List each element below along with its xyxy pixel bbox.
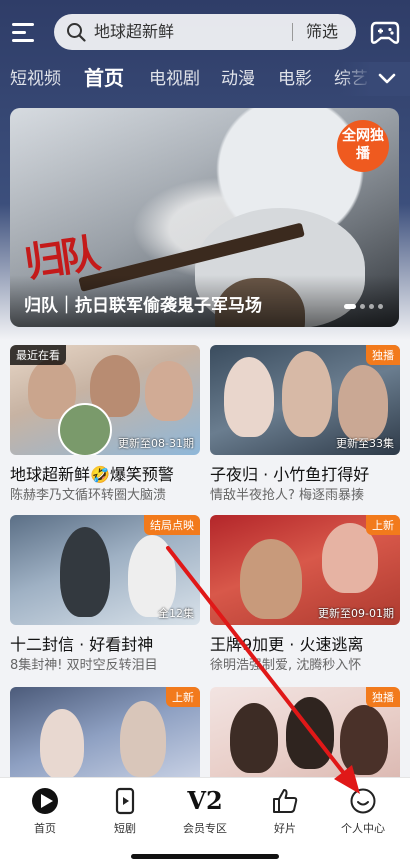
carousel-dot: [360, 304, 365, 309]
episode-label: 更新至09-01期: [318, 607, 394, 620]
smiley-icon: [350, 788, 376, 814]
tab-short-video[interactable]: 短视频: [10, 62, 61, 96]
tab-anime[interactable]: 动漫: [221, 62, 255, 96]
carousel-dot: [369, 304, 374, 309]
home-indicator: [131, 854, 279, 859]
video-subtitle: 情敌半夜抢人? 梅逐雨暴揍: [210, 488, 365, 503]
short-drama-icon: [115, 787, 135, 815]
menu-icon[interactable]: [12, 21, 36, 43]
nav-short-drama[interactable]: 短剧: [90, 786, 160, 836]
search-divider: [292, 23, 293, 41]
tab-tv-series[interactable]: 电视剧: [149, 62, 200, 96]
carousel-dot: [344, 304, 356, 309]
tabs-fade: [340, 62, 410, 96]
episode-label: 更新至33集: [336, 437, 394, 450]
search-input[interactable]: 地球超新鲜: [94, 14, 174, 50]
video-card[interactable]: 上新 更新至09-01期 王牌9加更 · 火速逃离 徐明浩强制爱, 沈腾秒入怀: [210, 515, 400, 675]
nav-label: 会员专区: [183, 822, 227, 835]
carousel-dot: [378, 304, 383, 309]
video-thumbnail: 上新 更新至09-01期: [210, 515, 400, 625]
filter-button[interactable]: 筛选: [306, 14, 338, 50]
video-thumbnail: 最近在看 更新至08-31期: [10, 345, 200, 455]
video-thumbnail: 结局点映 全12集: [10, 515, 200, 625]
category-tabs: 短视频 首页 电视剧 动漫 电影 综艺: [0, 62, 410, 96]
play-logo-icon: [32, 788, 58, 814]
episode-label: 更新至08-31期: [118, 437, 194, 450]
video-subtitle: 徐明浩强制爱, 沈腾秒入怀: [210, 658, 362, 673]
new-tag: 上新: [366, 515, 400, 535]
tab-movies[interactable]: 电影: [278, 62, 312, 96]
nav-label: 好片: [274, 822, 296, 835]
hero-banner[interactable]: 归队 全网独播 归队｜抗日联军偷袭鬼子军马场: [10, 108, 399, 327]
video-subtitle: 陈赫李乃文循环转圈大脑溃: [10, 488, 167, 503]
video-title: 子夜归 · 小竹鱼打得好: [210, 465, 370, 484]
nav-profile[interactable]: 个人中心: [328, 786, 398, 836]
finale-preview-tag: 结局点映: [144, 515, 200, 535]
v2-icon: V2: [187, 786, 223, 815]
episode-label: 全12集: [158, 607, 194, 620]
video-title: 王牌9加更 · 火速逃离: [210, 635, 364, 654]
new-tag: 上新: [166, 687, 200, 707]
thumbs-up-icon: [273, 789, 298, 813]
video-card[interactable]: 结局点映 全12集 十二封信 · 好看封神 8集封神! 双时空反转泪目: [10, 515, 200, 675]
nav-label: 短剧: [114, 822, 136, 835]
exclusive-tag: 独播: [366, 345, 400, 365]
nav-home[interactable]: 首页: [10, 786, 80, 836]
search-row: 地球超新鲜 筛选: [0, 12, 410, 52]
nav-good-films[interactable]: 好片: [250, 786, 320, 836]
exclusive-badge: 全网独播: [337, 120, 389, 172]
recently-watched-tag: 最近在看: [10, 345, 66, 365]
search-icon: [67, 23, 86, 42]
video-card[interactable]: 独播 更新至33集 子夜归 · 小竹鱼打得好 情敌半夜抢人? 梅逐雨暴揍: [210, 345, 400, 505]
video-thumbnail: 独播 更新至33集: [210, 345, 400, 455]
video-card[interactable]: 最近在看 更新至08-31期 地球超新鲜🤣爆笑预警 陈赫李乃文循环转圈大脑溃: [10, 345, 200, 505]
bottom-navigation: 首页 短剧 V2 会员专区 好片 个人中心: [0, 777, 410, 865]
carousel-dots: [340, 294, 383, 313]
video-subtitle: 8集封神! 双时空反转泪目: [10, 658, 158, 673]
search-box[interactable]: 地球超新鲜 筛选: [54, 14, 356, 50]
nav-label: 个人中心: [341, 822, 385, 835]
tab-home[interactable]: 首页: [84, 62, 124, 95]
gamepad-icon[interactable]: [370, 18, 400, 46]
banner-title: 归队｜抗日联军偷袭鬼子军马场: [24, 296, 262, 316]
nav-vip[interactable]: V2 会员专区: [170, 786, 240, 836]
chevron-down-icon[interactable]: [376, 68, 398, 90]
video-title: 地球超新鲜🤣爆笑预警: [10, 465, 174, 484]
exclusive-tag: 独播: [366, 687, 400, 707]
nav-label: 首页: [34, 822, 56, 835]
video-title: 十二封信 · 好看封神: [10, 635, 154, 654]
